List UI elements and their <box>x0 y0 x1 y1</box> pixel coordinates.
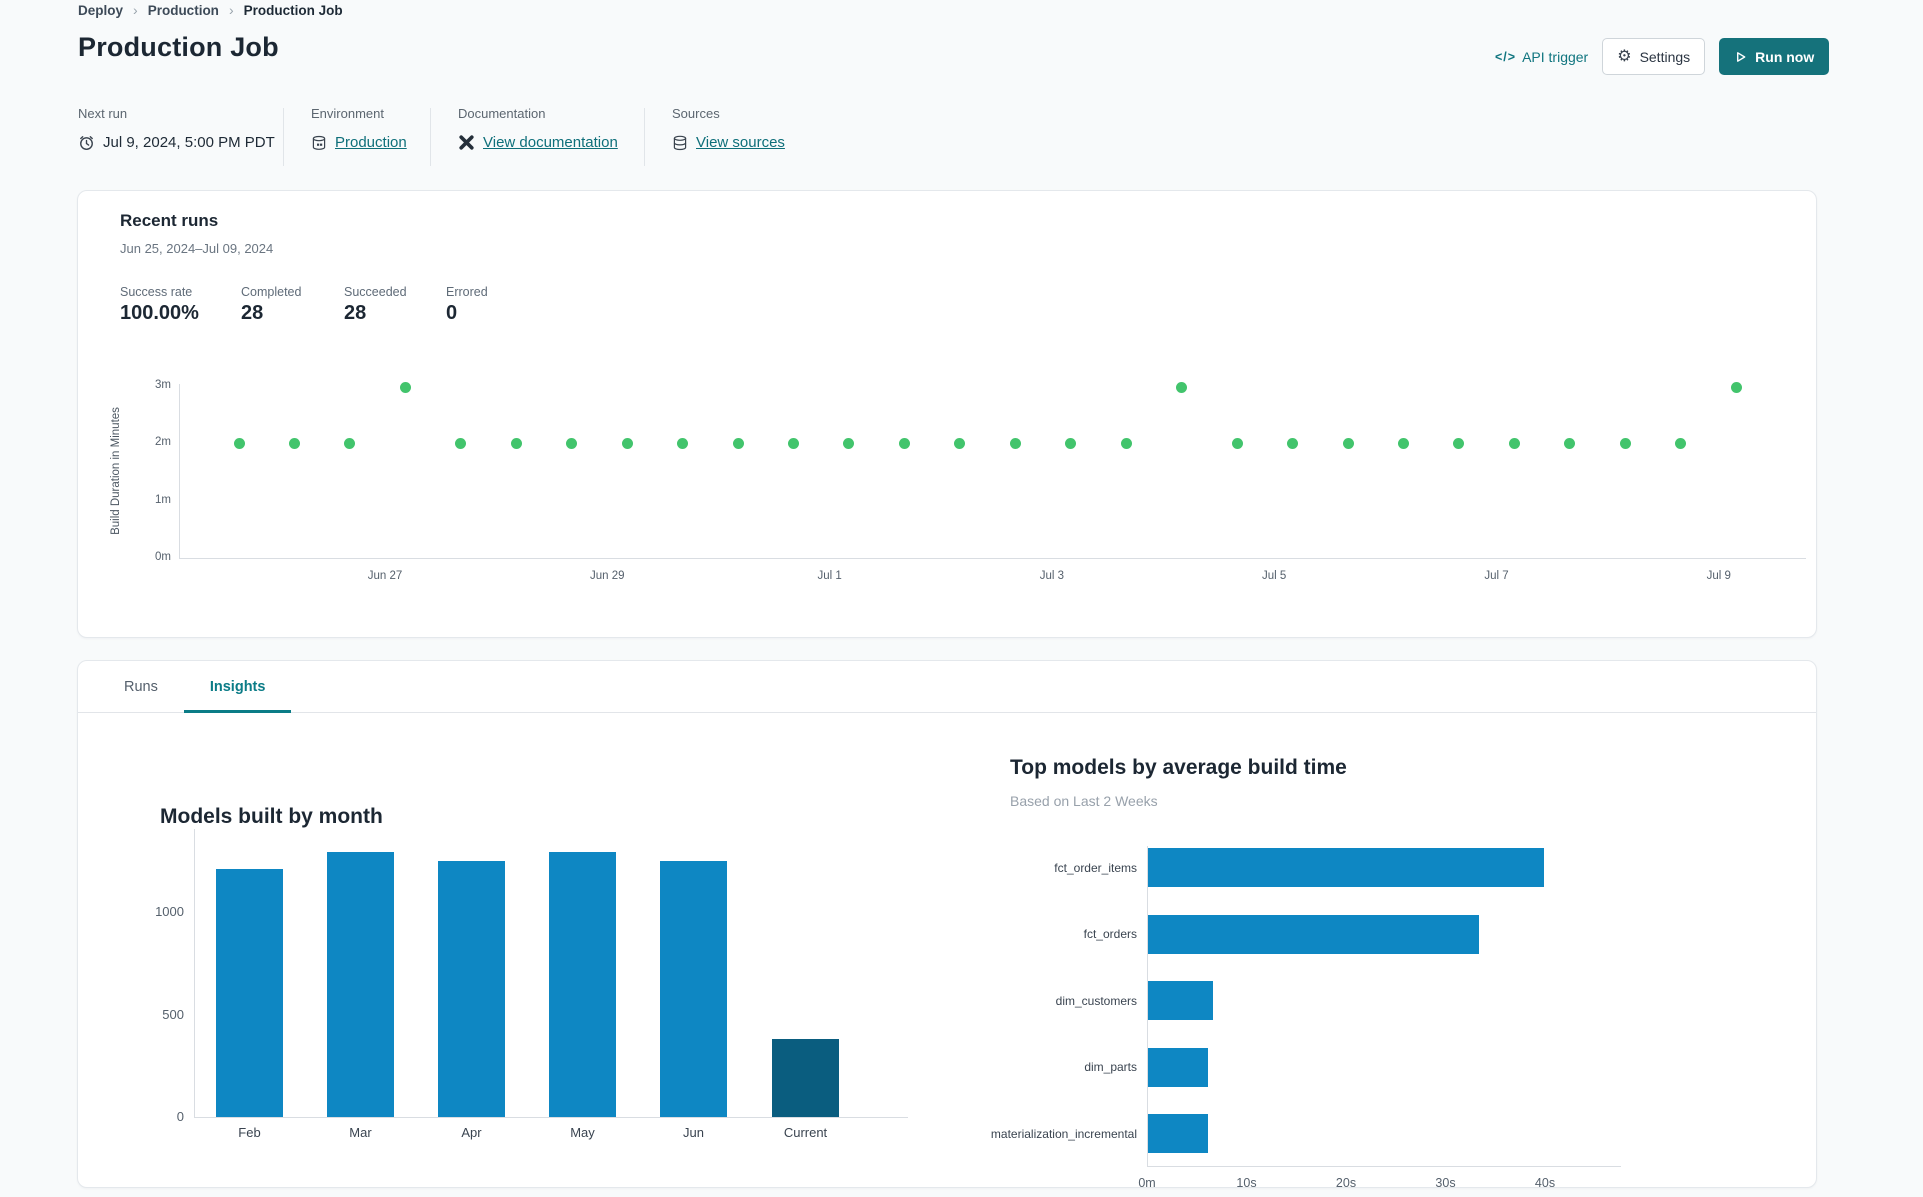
divider <box>283 108 284 166</box>
model-bar[interactable] <box>1148 848 1544 887</box>
x-tick-label: Jul 5 <box>1262 570 1287 582</box>
run-now-label: Run now <box>1755 48 1815 65</box>
run-duration-dot[interactable] <box>1508 437 1520 449</box>
chevron-right-icon: › <box>228 2 234 18</box>
run-now-button[interactable]: Run now <box>1719 38 1830 75</box>
run-duration-dot[interactable] <box>510 437 522 449</box>
x-tick-label: Jul 9 <box>1706 570 1731 582</box>
build-duration-scatter-chart: Build Duration in Minutes 0m 1m 2m 3m Jun 27 J… <box>78 191 1816 637</box>
run-duration-dot[interactable] <box>288 437 300 449</box>
x-tick-label: Jul 1 <box>817 570 842 582</box>
meta-next-run: Next run Jul 9, 2024, 5:00 PM PDT <box>78 106 275 151</box>
gear-icon: ⚙ <box>1617 47 1632 65</box>
meta-documentation: Documentation View documentation <box>458 106 618 151</box>
run-duration-dot[interactable] <box>1231 437 1243 449</box>
settings-button[interactable]: ⚙ Settings <box>1602 38 1706 75</box>
run-duration-dot[interactable] <box>344 437 356 449</box>
model-bar[interactable] <box>1148 981 1213 1020</box>
y-axis-line <box>179 384 180 558</box>
view-sources-link[interactable]: View sources <box>696 134 785 151</box>
run-duration-dot[interactable] <box>1120 437 1132 449</box>
build-time-hbar-chart: 0m 10s 20s 30s 40s fct_order_items fct_ordersd… <box>78 661 1816 1190</box>
run-duration-dot[interactable] <box>788 437 799 449</box>
run-duration-dot[interactable] <box>1009 437 1021 449</box>
model-bar[interactable] <box>1148 1114 1208 1153</box>
x-tick-label: Jul 3 <box>1039 570 1065 582</box>
environment-icon <box>312 135 326 150</box>
job-meta-row: Next run Jul 9, 2024, 5:00 PM PDT Enviro… <box>78 106 1845 168</box>
x-tick-label: 10s <box>1236 1176 1257 1190</box>
run-duration-dot[interactable] <box>954 437 966 449</box>
meta-sources: Sources View sources <box>672 106 785 151</box>
x-tick-label: Jun 27 <box>367 570 403 582</box>
x-tick-label: Jun 29 <box>590 570 625 582</box>
model-bar[interactable] <box>1148 914 1480 954</box>
chevron-right-icon: › <box>133 2 138 18</box>
model-label: fct_order_items <box>1054 860 1137 875</box>
model-label: fct_orders <box>1083 927 1137 941</box>
model-bar[interactable] <box>1148 1047 1208 1087</box>
run-duration-dot[interactable] <box>732 437 744 449</box>
y-tick-label: 2m <box>155 436 171 449</box>
breadcrumb: Deploy › Production › Production Job <box>78 2 343 18</box>
model-label: dim_customers <box>1055 993 1137 1008</box>
run-duration-dot[interactable] <box>677 437 689 449</box>
run-duration-dot[interactable] <box>1675 437 1687 449</box>
settings-label: Settings <box>1639 48 1691 65</box>
x-tick-label: 30s <box>1435 1176 1456 1190</box>
model-label: materialization_incremental <box>990 1126 1137 1141</box>
model-label: dim_parts <box>1084 1060 1137 1074</box>
meta-label: Documentation <box>458 106 546 121</box>
run-duration-dot[interactable] <box>233 437 245 449</box>
breadcrumb-item-deploy[interactable]: Deploy <box>78 3 123 18</box>
api-trigger-label: API trigger <box>1522 48 1589 65</box>
run-duration-dot[interactable] <box>898 437 910 449</box>
environment-link[interactable]: Production <box>335 134 407 151</box>
x-tick-label: 20s <box>1335 1176 1357 1190</box>
run-duration-dot[interactable] <box>1453 437 1465 449</box>
run-duration-dot[interactable] <box>455 437 467 449</box>
run-duration-dot[interactable] <box>1065 437 1077 449</box>
database-icon <box>673 135 687 150</box>
dbt-logo-icon <box>459 135 474 150</box>
run-duration-dot[interactable] <box>1564 437 1576 449</box>
y-tick-label: 0m <box>155 551 171 563</box>
header-actions: </> API trigger ⚙ Settings Run now <box>1495 38 1830 75</box>
run-duration-dot[interactable] <box>566 437 578 449</box>
meta-environment: Environment Production <box>311 106 407 151</box>
meta-label: Sources <box>672 106 720 121</box>
run-duration-dot[interactable] <box>1397 437 1409 449</box>
x-axis-line <box>1147 1166 1621 1167</box>
page-title: Production Job <box>78 32 279 62</box>
x-tick-label: 40s <box>1534 1176 1556 1190</box>
meta-label: Environment <box>311 106 384 121</box>
code-icon: </> <box>1495 49 1517 64</box>
run-duration-dot[interactable] <box>843 437 855 449</box>
meta-label: Next run <box>78 106 128 121</box>
insights-panel: Runs Insights Models built by month Top … <box>77 660 1817 1190</box>
run-duration-dot[interactable] <box>1619 437 1631 449</box>
x-tick-label: Jul 7 <box>1484 570 1509 582</box>
api-trigger-link[interactable]: </> API trigger <box>1495 49 1588 65</box>
next-run-value: Jul 9, 2024, 5:00 PM PDT <box>103 134 275 151</box>
divider <box>644 108 645 166</box>
breadcrumb-item-current: Production Job <box>243 2 343 18</box>
x-axis-line <box>179 558 1806 559</box>
view-documentation-link[interactable]: View documentation <box>483 134 618 151</box>
y-axis-title: Build Duration in Minutes <box>110 407 122 535</box>
run-duration-dot[interactable] <box>621 437 633 449</box>
breadcrumb-item-production[interactable]: Production <box>148 3 219 18</box>
clock-icon <box>80 136 93 150</box>
x-tick-label: 0m <box>1138 1176 1156 1190</box>
run-duration-dot[interactable] <box>1342 437 1354 449</box>
divider <box>430 108 431 166</box>
recent-runs-card: Recent runs Jun 25, 2024–Jul 09, 2024 Su… <box>77 190 1817 638</box>
run-duration-dot[interactable] <box>399 381 411 393</box>
run-duration-dot[interactable] <box>1287 437 1299 449</box>
run-duration-dot[interactable] <box>1176 381 1188 393</box>
y-tick-label: 3m <box>155 379 171 392</box>
run-duration-dot[interactable] <box>1730 381 1742 393</box>
play-icon <box>1737 51 1746 62</box>
y-tick-label: 1m <box>155 493 171 506</box>
